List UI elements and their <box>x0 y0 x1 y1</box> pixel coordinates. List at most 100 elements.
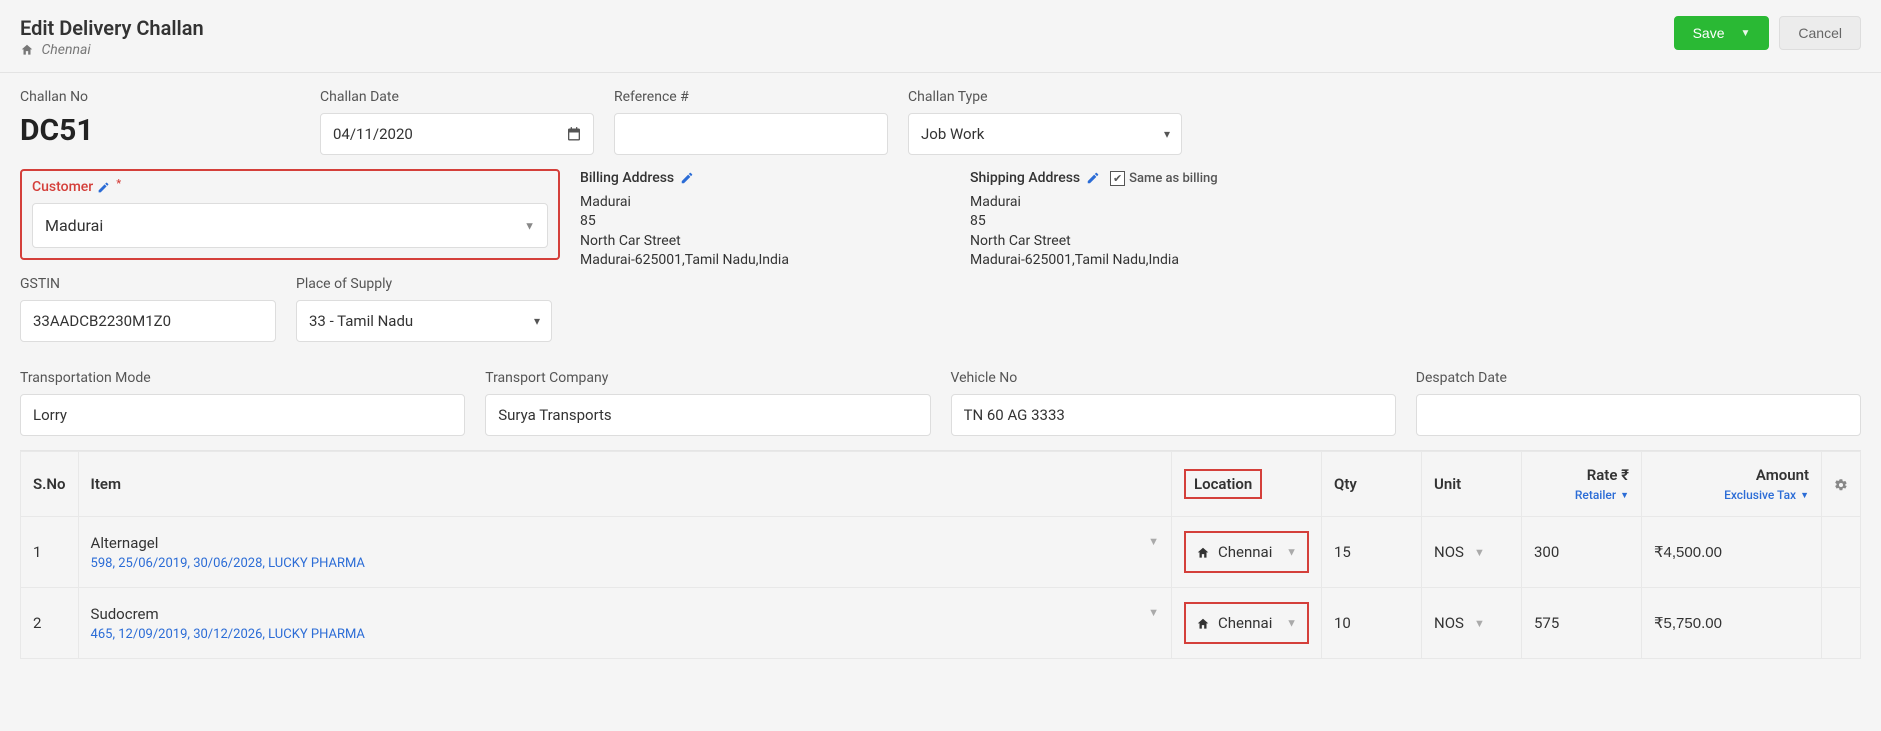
challan-no-label: Challan No <box>20 89 300 105</box>
challan-type-select[interactable]: Job Work <box>908 113 1182 155</box>
calendar-icon[interactable] <box>566 126 582 142</box>
shipping-line1: Madurai <box>970 193 1340 213</box>
home-icon <box>1196 543 1210 561</box>
location-value: Chennai <box>1218 614 1272 632</box>
edit-customer-icon[interactable] <box>97 180 110 195</box>
challan-type-label: Challan Type <box>908 89 1182 105</box>
vehicle-no-input[interactable] <box>951 394 1396 436</box>
item-detail[interactable]: 465, 12/09/2019, 30/12/2026, LUCKY PHARM… <box>91 627 1159 642</box>
challan-no-value: DC51 <box>20 113 300 148</box>
row-actions <box>1822 517 1861 588</box>
rate-sub-select[interactable]: Retailer ▼ <box>1534 488 1629 502</box>
challan-date-input[interactable] <box>320 113 594 155</box>
reference-label: Reference # <box>614 89 888 105</box>
rate-input[interactable]: 300 <box>1522 517 1642 588</box>
chevron-down-icon: ▼ <box>1148 535 1159 548</box>
same-as-billing-checkbox[interactable]: ✔ Same as billing <box>1110 170 1218 188</box>
qty-input[interactable]: 10 <box>1322 588 1422 659</box>
item-select[interactable]: Sudocrem 465, 12/09/2019, 30/12/2026, LU… <box>78 588 1171 659</box>
transport-company-input[interactable] <box>485 394 930 436</box>
chevron-down-icon: ▼ <box>1286 546 1297 559</box>
save-button[interactable]: Save ▼ <box>1674 16 1770 50</box>
caret-down-icon: ▼ <box>1800 490 1809 501</box>
shipping-line2: 85 <box>970 212 1340 232</box>
gear-icon <box>1834 475 1848 493</box>
gstin-label: GSTIN <box>20 276 276 292</box>
th-rate-text: Rate ₹ <box>1587 466 1629 484</box>
item-select[interactable]: Alternagel 598, 25/06/2019, 30/06/2028, … <box>78 517 1171 588</box>
th-qty: Qty <box>1322 452 1422 517</box>
customer-select[interactable]: Madurai ▼ <box>32 203 548 248</box>
chevron-down-icon: ▼ <box>1474 617 1485 630</box>
location-select[interactable]: Chennai ▼ <box>1184 602 1309 644</box>
customer-label: Customer * <box>32 179 548 195</box>
rate-input[interactable]: 575 <box>1522 588 1642 659</box>
edit-billing-icon[interactable] <box>680 169 694 189</box>
th-amount: Amount Exclusive Tax ▼ <box>1642 452 1822 517</box>
gstin-input[interactable] <box>20 300 276 342</box>
page-title: Edit Delivery Challan <box>20 16 204 40</box>
table-row: 1 Alternagel 598, 25/06/2019, 30/06/2028… <box>21 517 1861 588</box>
th-location: Location <box>1172 452 1322 517</box>
th-rate: Rate ₹ Retailer ▼ <box>1522 452 1642 517</box>
unit-value: NOS <box>1434 614 1464 632</box>
shipping-line4: Madurai-625001,Tamil Nadu,India <box>970 251 1340 271</box>
checkbox-checked-icon: ✔ <box>1110 171 1125 186</box>
amount-sub-select[interactable]: Exclusive Tax ▼ <box>1654 488 1809 502</box>
row-sno: 1 <box>21 517 79 588</box>
transport-company-label: Transport Company <box>485 370 930 386</box>
qty-input[interactable]: 15 <box>1322 517 1422 588</box>
home-icon <box>20 42 37 58</box>
caret-down-icon: ▼ <box>1620 490 1629 501</box>
caret-down-icon: ▼ <box>1741 28 1751 39</box>
despatch-date-input[interactable] <box>1416 394 1861 436</box>
chevron-down-icon: ▼ <box>524 219 535 232</box>
table-row: 2 Sudocrem 465, 12/09/2019, 30/12/2026, … <box>21 588 1861 659</box>
amount-sub-text: Exclusive Tax <box>1724 488 1796 502</box>
unit-select[interactable]: NOS ▼ <box>1434 614 1509 632</box>
billing-title: Billing Address <box>580 169 674 189</box>
page-location-text: Chennai <box>41 42 90 58</box>
row-actions <box>1822 588 1861 659</box>
shipping-line3: North Car Street <box>970 232 1340 252</box>
th-unit: Unit <box>1422 452 1522 517</box>
row-sno: 2 <box>21 588 79 659</box>
th-item: Item <box>78 452 1171 517</box>
transport-mode-input[interactable] <box>20 394 465 436</box>
same-as-billing-label: Same as billing <box>1129 170 1218 188</box>
billing-line2: 85 <box>580 212 950 232</box>
location-value: Chennai <box>1218 543 1272 561</box>
customer-label-text: Customer <box>32 179 93 195</box>
chevron-down-icon: ▼ <box>1286 617 1297 630</box>
unit-value: NOS <box>1434 543 1464 561</box>
place-of-supply-select[interactable]: 33 - Tamil Nadu <box>296 300 552 342</box>
location-select[interactable]: Chennai ▼ <box>1184 531 1309 573</box>
rate-sub-text: Retailer <box>1575 488 1616 502</box>
amount-value: ₹5,750.00 <box>1642 588 1822 659</box>
th-sno: S.No <box>21 452 79 517</box>
edit-shipping-icon[interactable] <box>1086 169 1100 189</box>
required-icon: * <box>116 177 121 190</box>
billing-line4: Madurai-625001,Tamil Nadu,India <box>580 251 950 271</box>
th-location-text: Location <box>1184 469 1262 499</box>
th-settings[interactable] <box>1822 452 1861 517</box>
th-amount-text: Amount <box>1756 466 1809 484</box>
home-icon <box>1196 614 1210 632</box>
page-location: Chennai <box>20 42 204 58</box>
place-of-supply-label: Place of Supply <box>296 276 552 292</box>
cancel-button[interactable]: Cancel <box>1779 16 1861 50</box>
vehicle-no-label: Vehicle No <box>951 370 1396 386</box>
billing-line3: North Car Street <box>580 232 950 252</box>
amount-value: ₹4,500.00 <box>1642 517 1822 588</box>
chevron-down-icon: ▼ <box>1474 546 1485 559</box>
challan-date-label: Challan Date <box>320 89 594 105</box>
customer-value: Madurai <box>45 216 103 235</box>
item-detail[interactable]: 598, 25/06/2019, 30/06/2028, LUCKY PHARM… <box>91 556 1159 571</box>
reference-input[interactable] <box>614 113 888 155</box>
unit-select[interactable]: NOS ▼ <box>1434 543 1509 561</box>
shipping-title: Shipping Address <box>970 169 1080 189</box>
chevron-down-icon: ▼ <box>1148 606 1159 619</box>
item-name: Sudocrem <box>91 605 1159 623</box>
item-name: Alternagel <box>91 534 1159 552</box>
despatch-date-label: Despatch Date <box>1416 370 1861 386</box>
